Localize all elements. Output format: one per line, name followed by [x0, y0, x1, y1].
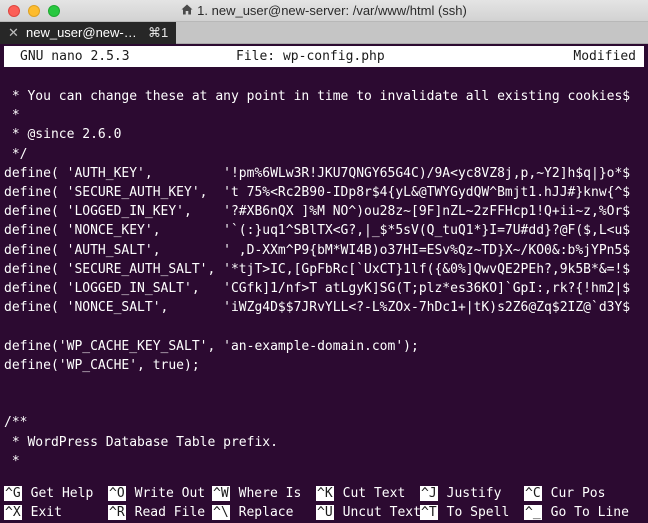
editor-line: * [4, 108, 20, 124]
shortcut-label: Get Help [30, 486, 94, 501]
nano-modified-status: Modified [573, 49, 636, 64]
tab-label: new_user@new-serv… [26, 25, 138, 40]
tab-shortcut: ⌘1 [148, 25, 169, 40]
shortcut-read-file[interactable]: ^R Read File [108, 503, 205, 522]
editor-line: define( 'NONCE_KEY', '`(:}uq1^SBlTX<G?,|… [4, 223, 631, 239]
shortcut-cur-pos[interactable]: ^C Cur Pos [524, 484, 605, 503]
editor-line: * You can change these at any point in t… [4, 89, 631, 104]
nano-version: GNU nano 2.5.3 [20, 49, 130, 64]
shortcut-where-is[interactable]: ^W Where Is [212, 484, 301, 503]
shortcut-key: ^X [4, 505, 22, 521]
editor-line: define( 'LOGGED_IN_KEY', '?#XB6nQX ]%M N… [4, 204, 631, 220]
shortcut-label: To Spell [446, 505, 510, 521]
shortcut-write-out[interactable]: ^O Write Out [108, 484, 205, 503]
title-bar: 1. new_user@new-server: /var/www/html (s… [0, 0, 648, 22]
shortcut-row: ^G Get Help ^O Write Out ^W Where Is ^K Cut Tex… [4, 484, 648, 503]
tab-ssh-session[interactable]: ✕ new_user@new-serv… ⌘1 [0, 22, 176, 44]
shortcut-key: ^U [316, 505, 334, 521]
shortcut-label: Replace [238, 505, 294, 521]
shortcut-go-to-line[interactable]: ^_ Go To Line [524, 503, 629, 522]
editor-line: define('WP_CACHE', true); [4, 357, 200, 373]
shortcut-label: Where Is [238, 486, 302, 501]
editor-line: * @since 2.6.0 [4, 127, 122, 143]
shortcut-label: Cur Pos [550, 486, 606, 501]
tab-bar: ✕ new_user@new-serv… ⌘1 [0, 22, 648, 44]
shortcut-key: ^T [420, 505, 438, 521]
shortcut-key: ^\ [212, 505, 230, 521]
shortcut-key: ^C [524, 486, 542, 501]
shortcut-cut-text[interactable]: ^K Cut Text [316, 484, 405, 503]
editor-line: define( 'AUTH_KEY', '!pm%6WLw3R!JKU7QNGY… [4, 165, 631, 181]
editor-line: * [4, 453, 20, 469]
editor-line: define( 'SECURE_AUTH_KEY', 't 75%<Rc2B90… [4, 185, 631, 200]
shortcut-label: Go To Line [550, 505, 629, 521]
editor-line: */ [4, 146, 28, 162]
shortcut-key: ^O [108, 486, 126, 501]
shortcut-to-spell[interactable]: ^T To Spell [420, 503, 509, 522]
shortcut-key: ^K [316, 486, 334, 501]
shortcut-row: ^X Exit ^R Read File ^\ Replace ^U Uncut Text ^T… [4, 503, 648, 522]
editor-line: define( 'SECURE_AUTH_SALT', '*tjT>IC,[Gp… [4, 261, 631, 277]
shortcut-get-help[interactable]: ^G Get Help [4, 484, 93, 503]
editor-line: define('WP_CACHE_KEY_SALT', 'an-example-… [4, 338, 419, 354]
shortcut-label: Uncut Text [342, 505, 421, 521]
nano-header-bar: GNU nano 2.5.3 File: wp-config.php Modif… [4, 46, 644, 67]
nano-filename: File: wp-config.php [236, 49, 385, 64]
editor-line: define( 'AUTH_SALT', ' ,D-XXm^P9{bM*WI4B… [4, 242, 631, 258]
editor-line: * WordPress Database Table prefix. [4, 434, 278, 450]
editor-line: define( 'LOGGED_IN_SALT', 'CGfk]1/nf>T a… [4, 281, 631, 296]
window-title-wrap: 1. new_user@new-server: /var/www/html (s… [0, 0, 648, 22]
shortcut-key: ^W [212, 486, 230, 501]
shortcut-uncut-text[interactable]: ^U Uncut Text [316, 503, 421, 522]
shortcut-label: Write Out [134, 486, 206, 501]
editor-line: /** [4, 415, 28, 431]
shortcut-label: Justify [446, 486, 502, 501]
shortcut-key: ^R [108, 505, 126, 521]
shortcut-label: Exit [30, 505, 62, 521]
shortcut-label: Read File [134, 505, 206, 521]
shortcut-key: ^J [420, 486, 438, 501]
shortcut-justify[interactable]: ^J Justify [420, 484, 501, 503]
shortcut-key: ^G [4, 486, 22, 501]
shortcut-exit[interactable]: ^X Exit [4, 503, 62, 522]
shortcut-label: Cut Text [342, 486, 406, 501]
home-icon [181, 0, 193, 22]
shortcut-key: ^_ [524, 505, 542, 521]
shortcut-replace[interactable]: ^\ Replace [212, 503, 293, 522]
window-title: 1. new_user@new-server: /var/www/html (s… [197, 3, 467, 18]
editor-line: define( 'NONCE_SALT', 'iWZg4D$$7JRvYLL<?… [4, 300, 631, 316]
terminal-content[interactable]: GNU nano 2.5.3 File: wp-config.php Modif… [0, 44, 648, 523]
terminal-window: 1. new_user@new-server: /var/www/html (s… [0, 0, 648, 523]
tab-close-icon[interactable]: ✕ [8, 22, 19, 44]
